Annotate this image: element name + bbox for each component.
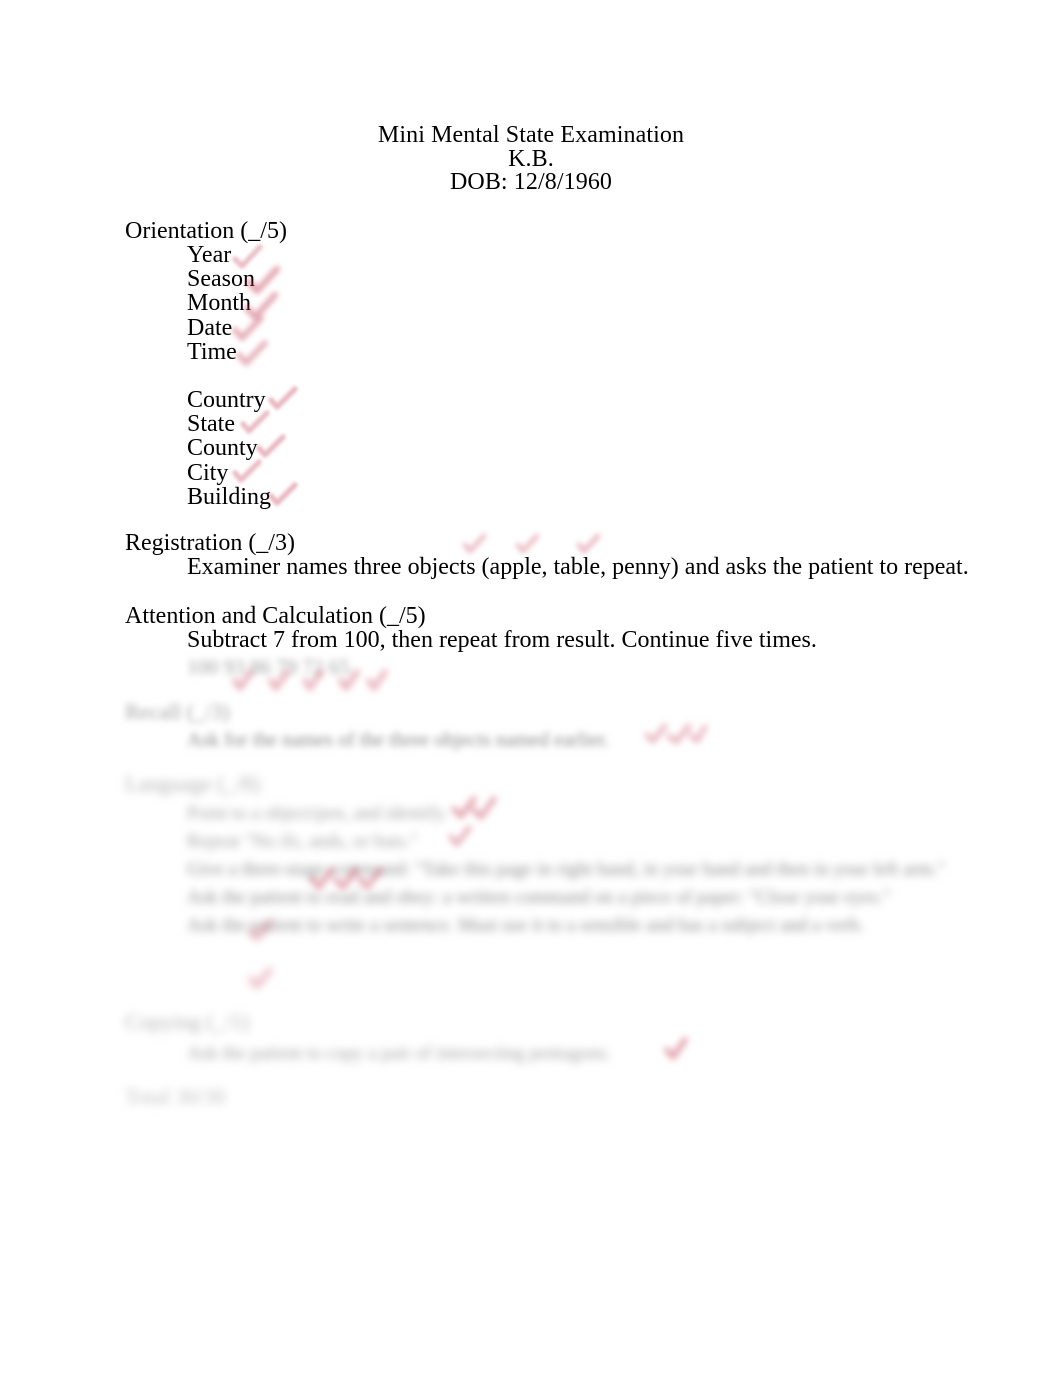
- check-mark-copying: [664, 1036, 688, 1062]
- copying-heading: Copying (_/1): [125, 1009, 250, 1034]
- section-language: Language (_/8) Point to a object/pen, an…: [125, 772, 987, 938]
- attention-heading: Attention and Calculation (_/5): [125, 603, 426, 629]
- page-title: Mini Mental State Examination: [377, 122, 685, 148]
- orientation-item-state: State: [187, 411, 235, 438]
- section-copying: Copying (_/1) Ask the patient to copy a …: [125, 1010, 611, 1066]
- check-mark-recall: [644, 722, 708, 746]
- check-mark-serial-5: [366, 668, 388, 692]
- language-line-naming: Point to a object/pen, and identify.: [187, 803, 449, 824]
- language-line-writing: Ask the patient to write a sentence. Mus…: [187, 915, 864, 936]
- section-attention: Attention and Calculation (_/5) Subtract…: [125, 604, 817, 652]
- orientation-item-time: Time: [187, 338, 237, 365]
- language-line-three-stage-command: Give a three-stage command: "Take this p…: [187, 859, 946, 880]
- language-line-repetition: Repeat "No ifs, ands, or buts.": [187, 831, 418, 852]
- check-mark-language-writing: [248, 966, 274, 990]
- language-line-reading: Ask the patient to read and obey: a writ…: [187, 887, 891, 908]
- attention-answers: 100 93 86 79 72 65: [187, 655, 350, 679]
- copying-instruction: Ask the patient to copy a pair of inters…: [187, 1043, 612, 1064]
- patient-initials: K.B.: [508, 145, 554, 172]
- language-heading: Language (_/8): [125, 771, 260, 796]
- orientation-item-building: Building: [187, 483, 272, 510]
- patient-dob: DOB: 12/8/1960: [449, 169, 613, 196]
- section-registration: Registration (_/3) Examiner names three …: [125, 531, 969, 579]
- document-page: Mini Mental State Examination K.B. DOB: …: [0, 0, 1062, 1377]
- section-recall: Recall (_/3) Ask for the names of the th…: [125, 700, 609, 752]
- attention-answers-wrap: 100 93 86 79 72 65: [125, 655, 350, 679]
- orientation-heading: Orientation (_/5): [125, 218, 287, 244]
- section-orientation: Orientation (_/5) Year Season Month Date…: [125, 219, 287, 509]
- registration-heading: Registration (_/3): [125, 530, 295, 556]
- orientation-item-year: Year: [187, 242, 232, 268]
- attention-instruction: Subtract 7 from 100, then repeat from re…: [187, 627, 817, 653]
- orientation-item-season: Season: [187, 266, 255, 293]
- recall-heading: Recall (_/3): [125, 699, 230, 724]
- document-header: Mini Mental State Examination K.B. DOB: …: [0, 122, 1062, 196]
- orientation-item-date: Date: [187, 314, 233, 341]
- orientation-item-city: City: [187, 459, 229, 486]
- registration-instruction: Examiner names three objects (apple, tab…: [187, 554, 969, 580]
- section-total: Total 30/30: [125, 1085, 226, 1109]
- total-score: Total 30/30: [125, 1084, 226, 1109]
- orientation-item-country: Country: [187, 387, 266, 414]
- recall-instruction: Ask for the names of the three objects n…: [187, 729, 610, 751]
- orientation-item-month: Month: [187, 290, 252, 317]
- orientation-item-county: County: [187, 435, 258, 462]
